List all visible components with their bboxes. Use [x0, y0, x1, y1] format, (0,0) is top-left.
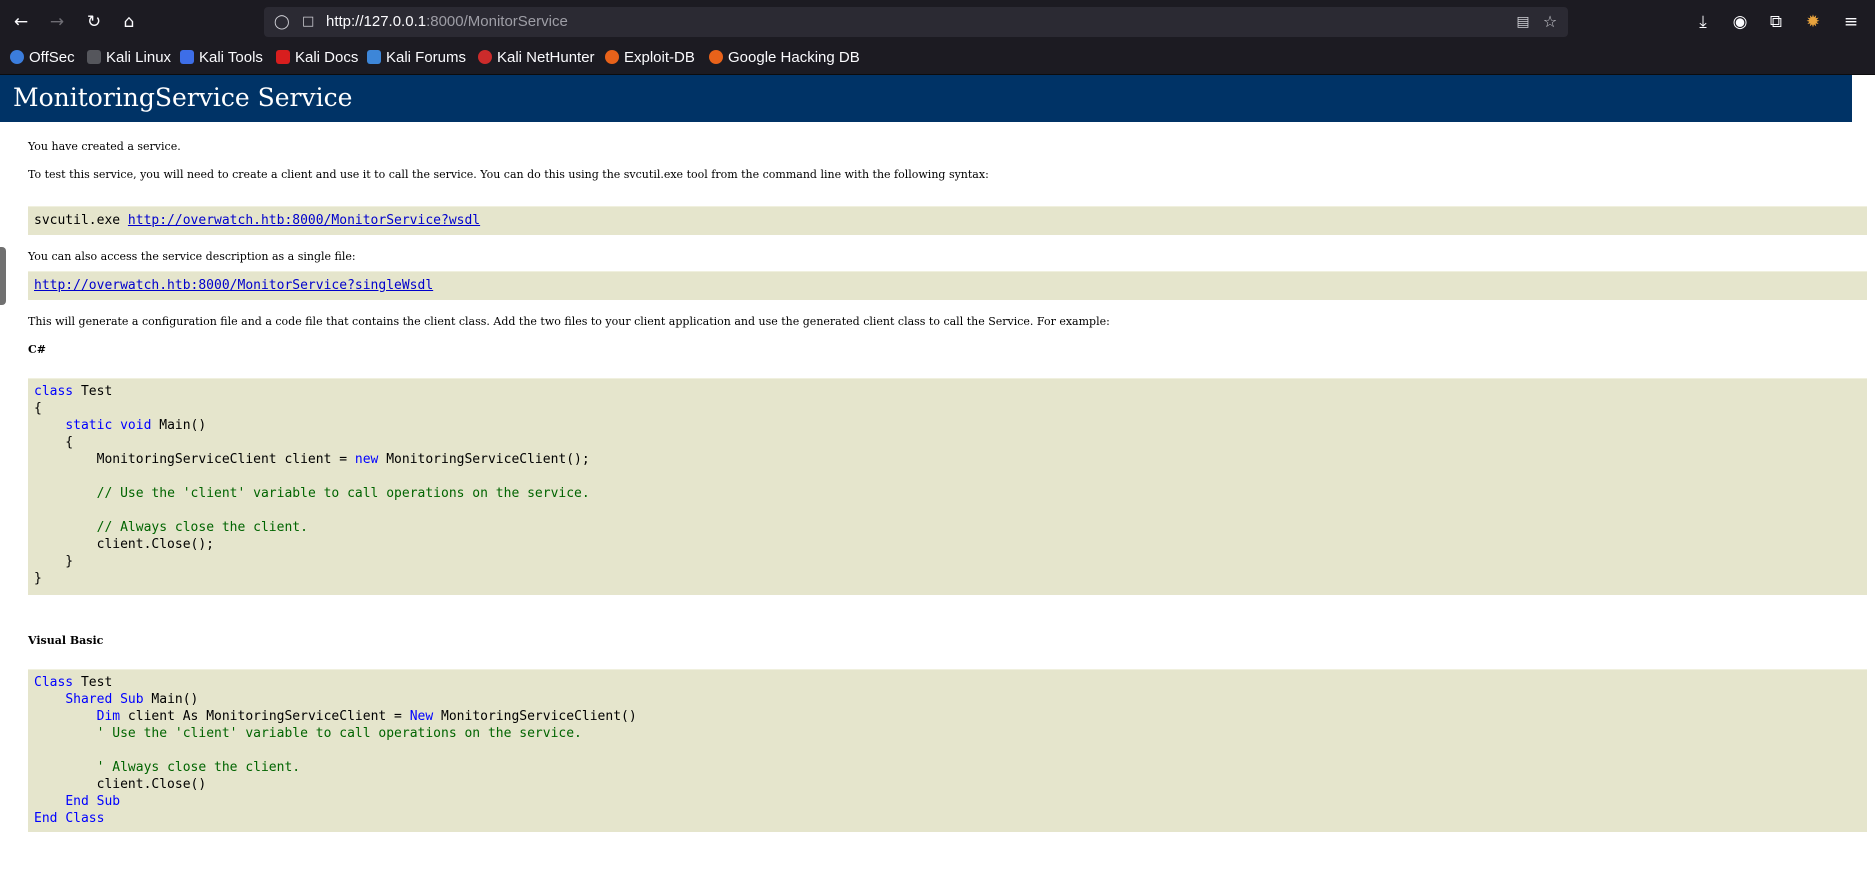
ghdb-icon: [709, 50, 723, 64]
extensions-icon[interactable]: ⧉: [1764, 10, 1788, 34]
page-title: MonitoringService Service: [13, 83, 353, 112]
wsdl-link[interactable]: http://overwatch.htb:8000/MonitorService…: [128, 213, 480, 228]
bookmark-google-hacking-db[interactable]: Google Hacking DB: [709, 48, 860, 68]
instructions-text: To test this service, you will need to c…: [28, 168, 989, 181]
svcutil-command: svcutil.exe: [34, 213, 128, 228]
page-info-icon[interactable]: □: [302, 13, 318, 31]
extension-badge-icon[interactable]: ✹: [1801, 10, 1825, 34]
bookmark-label: Kali Forums: [386, 49, 467, 66]
url-bar[interactable]: ◯ □ http://127.0.0.1:8000/MonitorService…: [264, 7, 1568, 37]
vb-label: Visual Basic: [28, 634, 104, 647]
page-header: MonitoringService Service: [0, 75, 1852, 122]
offsec-icon: [10, 50, 24, 64]
kali-forums-icon: [367, 50, 381, 64]
sidebar-handle[interactable]: [0, 247, 6, 305]
hamburger-menu-icon[interactable]: ≡: [1839, 10, 1863, 34]
kali-dragon-icon: [87, 50, 101, 64]
bookmark-label: OffSec: [29, 49, 75, 66]
bookmark-label: Kali Tools: [199, 49, 263, 66]
url-text[interactable]: http://127.0.0.1:8000/MonitorService: [326, 7, 568, 37]
svcutil-command-box: svcutil.exe http://overwatch.htb:8000/Mo…: [28, 206, 1867, 235]
bookmark-label: Kali Linux: [106, 49, 172, 66]
csharp-label: C#: [28, 343, 46, 356]
vb-code: Class Test Shared Sub Main() Dim client …: [34, 675, 637, 826]
bookmark-offsec[interactable]: OffSec: [10, 48, 75, 68]
home-icon[interactable]: ⌂: [117, 10, 141, 34]
bookmarks-toolbar: OffSec Kali Linux Kali Tools Kali Docs K…: [0, 43, 1875, 75]
url-path: :8000/MonitorService: [426, 13, 568, 30]
back-arrow-icon[interactable]: ←: [9, 10, 33, 34]
bookmark-label: Kali Docs: [295, 49, 359, 66]
csharp-code: class Test { static void Main() { Monito…: [34, 384, 590, 586]
single-file-text: You can also access the service descript…: [28, 250, 356, 263]
vb-code-block: Class Test Shared Sub Main() Dim client …: [28, 669, 1867, 832]
csharp-code-block: class Test { static void Main() { Monito…: [28, 378, 1867, 595]
reader-view-icon[interactable]: ▤: [1514, 13, 1532, 31]
reload-icon[interactable]: ↻: [82, 10, 106, 34]
single-wsdl-link[interactable]: http://overwatch.htb:8000/MonitorService…: [34, 278, 433, 293]
bookmark-kali-forums[interactable]: Kali Forums: [367, 48, 466, 68]
bookmark-label: Exploit-DB: [624, 49, 695, 66]
shield-icon[interactable]: ◯: [274, 13, 290, 31]
bookmark-kali-linux[interactable]: Kali Linux: [87, 48, 171, 68]
kali-tools-icon: [180, 50, 194, 64]
bookmark-label: Kali NetHunter: [497, 49, 595, 66]
single-wsdl-box: http://overwatch.htb:8000/MonitorService…: [28, 271, 1867, 300]
account-icon[interactable]: ◉: [1728, 10, 1752, 34]
download-icon[interactable]: ⤓: [1691, 10, 1715, 34]
kali-nethunter-icon: [478, 50, 492, 64]
bookmark-kali-tools[interactable]: Kali Tools: [180, 48, 263, 68]
forward-arrow-icon[interactable]: →: [45, 10, 69, 34]
intro-text: You have created a service.: [28, 140, 181, 153]
bookmark-label: Google Hacking DB: [728, 49, 860, 66]
url-host: http://127.0.0.1: [326, 13, 427, 30]
bookmark-kali-docs[interactable]: Kali Docs: [276, 48, 358, 68]
generate-text: This will generate a configuration file …: [28, 315, 1110, 328]
browser-toolbar: ← → ↻ ⌂ ◯ □ http://127.0.0.1:8000/Monito…: [0, 0, 1875, 43]
bookmark-star-icon[interactable]: ☆: [1540, 12, 1560, 32]
bookmark-kali-nethunter[interactable]: Kali NetHunter: [478, 48, 595, 68]
bookmark-exploit-db[interactable]: Exploit-DB: [605, 48, 695, 68]
page-content: MonitoringService Service You have creat…: [0, 75, 1875, 885]
exploit-db-icon: [605, 50, 619, 64]
kali-docs-icon: [276, 50, 290, 64]
